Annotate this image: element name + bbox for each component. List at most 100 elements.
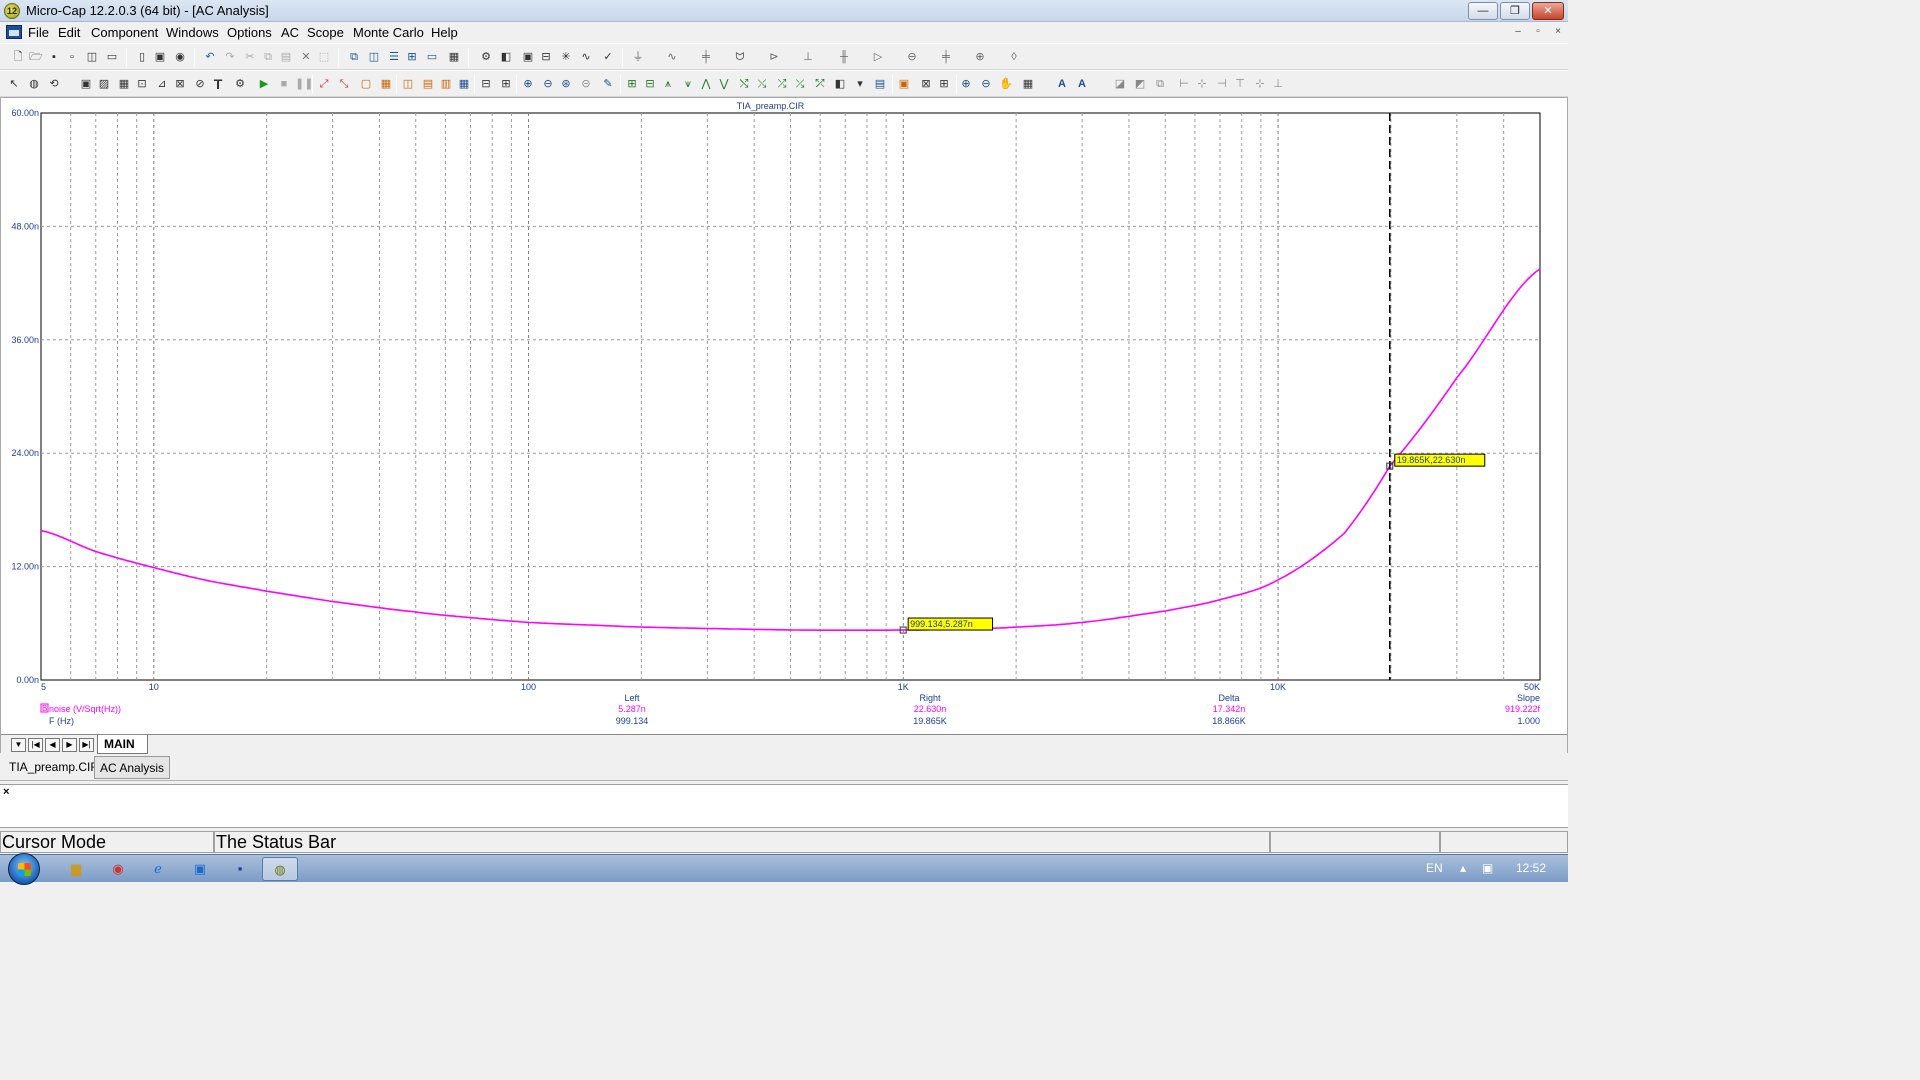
first-tab-button[interactable]: |◀ <box>28 738 43 752</box>
component-mode-icon[interactable]: ◍ <box>26 76 42 92</box>
transistor-icon[interactable]: ⊥ <box>800 49 816 65</box>
align-right-icon[interactable]: ⊣ <box>1214 76 1230 92</box>
redo-icon[interactable]: ↷ <box>222 49 238 65</box>
save-icon[interactable]: ▪ <box>46 49 62 65</box>
bring-front-icon[interactable]: ◪ <box>1112 76 1128 92</box>
cursor-global-low-icon[interactable]: ⤭ <box>736 76 752 92</box>
last-tab-button[interactable]: ▶| <box>79 738 94 752</box>
color-icon[interactable]: ▦ <box>1020 76 1036 92</box>
menu-edit[interactable]: Edit <box>58 25 80 40</box>
grid-icon[interactable]: ▦ <box>116 76 132 92</box>
zoom-out-icon[interactable]: ⊖ <box>540 76 556 92</box>
open-file-icon[interactable]: 🗁 <box>28 49 44 65</box>
waveform-icon[interactable]: ∿ <box>578 49 594 65</box>
next-tab-button[interactable]: ▶ <box>62 738 77 752</box>
point-tag-icon[interactable]: ⊘ <box>192 76 208 92</box>
model-icon[interactable]: ⊟ <box>538 49 554 65</box>
menu-component[interactable]: Component <box>91 25 158 40</box>
menu-scope[interactable]: Scope <box>307 25 344 40</box>
mdi-minimize-button[interactable]: – <box>1510 25 1526 40</box>
numeric-output-icon[interactable]: ▤ <box>872 76 888 92</box>
tile-vertical-icon[interactable]: ◫ <box>366 49 382 65</box>
output-pane[interactable]: × <box>0 784 1568 828</box>
page-view-4-icon[interactable]: ▦ <box>456 76 472 92</box>
align-left-icon[interactable]: ⊢ <box>1176 76 1192 92</box>
zoom-in-plot-icon[interactable]: ⊕ <box>958 76 974 92</box>
save-all-icon[interactable]: ▫ <box>64 49 80 65</box>
menu-options[interactable]: Options <box>227 25 272 40</box>
send-back-icon[interactable]: ◩ <box>1132 76 1148 92</box>
plot-properties-icon[interactable]: ▦ <box>378 76 394 92</box>
stop-icon[interactable]: ■ <box>276 76 292 92</box>
tab-ac-analysis[interactable]: AC Analysis <box>94 756 171 779</box>
align-center-icon[interactable]: ⊹ <box>1194 76 1210 92</box>
cursor-slope-icon[interactable]: ⤰ <box>792 76 808 92</box>
close-button[interactable]: ✕ <box>1532 2 1564 20</box>
align-top-icon[interactable]: ⊤ <box>1232 76 1248 92</box>
zoom-fit-icon[interactable]: ⊛ <box>558 76 574 92</box>
language-indicator[interactable]: EN <box>1426 861 1443 875</box>
new-window-icon[interactable]: ▯ <box>134 49 150 65</box>
cursor-valley-icon[interactable]: ⊟ <box>642 76 658 92</box>
menu-windows[interactable]: Windows <box>166 25 219 40</box>
tab-tia-preamp-circuit[interactable]: TIA_preamp.CIR <box>4 756 105 779</box>
page-view-2-icon[interactable]: ▤ <box>420 76 436 92</box>
prev-tab-button[interactable]: ◀ <box>45 738 60 752</box>
label-nodes-icon[interactable]: ⊞ <box>936 76 952 92</box>
inductor-icon[interactable]: ᗢ <box>732 49 748 65</box>
select-mode-icon[interactable]: ↖ <box>6 76 22 92</box>
zoom-out-plot-icon[interactable]: ⊖ <box>978 76 994 92</box>
font-size-icon[interactable]: A <box>1074 76 1090 92</box>
scale-icon[interactable]: ▨ <box>96 76 112 92</box>
paste-icon[interactable]: ▤ <box>278 49 294 65</box>
pause-icon[interactable]: ❚❚ <box>294 76 313 92</box>
shape-editor-icon[interactable]: ◧ <box>498 49 514 65</box>
limits-icon[interactable]: ▢ <box>358 76 374 92</box>
restore-button[interactable]: ❐ <box>1500 2 1530 20</box>
tile-horizontal-icon[interactable]: ☰ <box>386 49 402 65</box>
print-preview-icon[interactable]: ◫ <box>84 49 100 65</box>
fft-icon[interactable]: ✳ <box>558 49 574 65</box>
battery-icon[interactable]: ╪ <box>938 49 954 65</box>
voltage-source-icon[interactable]: ◊ <box>1006 49 1022 65</box>
cascade-icon[interactable]: ⧉ <box>346 49 362 65</box>
mdi-close-button[interactable]: × <box>1550 25 1566 40</box>
delete-icon[interactable]: ✕ <box>298 49 314 65</box>
cursor-bottom-icon[interactable]: ⤮ <box>774 76 790 92</box>
calculator-icon[interactable]: ▦ <box>446 49 462 65</box>
package-editor-icon[interactable]: ▣ <box>520 49 536 65</box>
step-icon[interactable]: ⤢ <box>316 76 332 92</box>
cursor-top-icon[interactable]: ⤯ <box>754 76 770 92</box>
close-output-icon[interactable]: × <box>3 786 9 798</box>
properties-icon[interactable]: ⚙ <box>232 76 248 92</box>
show-hidden-icons-icon[interactable]: ▴ <box>1460 861 1466 875</box>
menu-file[interactable]: File <box>28 25 49 40</box>
clock[interactable]: 12:52 <box>1516 861 1546 875</box>
font-icon[interactable]: A <box>1054 76 1070 92</box>
cursor-peak-icon[interactable]: ⊞ <box>624 76 640 92</box>
cursor-inflection-icon[interactable]: ⋀ <box>698 76 714 92</box>
maximize-window-icon[interactable]: ▭ <box>424 49 440 65</box>
zoom-reset-icon[interactable]: ⊝ <box>578 76 594 92</box>
page-view-3-icon[interactable]: ▥ <box>438 76 454 92</box>
performance-icon[interactable]: ◧ <box>832 76 848 92</box>
internet-explorer-icon[interactable]: ℯ <box>140 857 176 881</box>
current-source-icon[interactable]: ⊕ <box>972 49 988 65</box>
tab-menu-button[interactable]: ▼ <box>11 738 26 752</box>
align-middle-icon[interactable]: ⊹ <box>1252 76 1268 92</box>
capacitor-icon[interactable]: ╪ <box>698 49 714 65</box>
menu-help[interactable]: Help <box>431 25 458 40</box>
tag-icon[interactable]: ⊠ <box>172 76 188 92</box>
chrome-icon[interactable]: ◉ <box>100 857 136 881</box>
zoom-in-icon[interactable]: ⊕ <box>520 76 536 92</box>
wire-mode-icon[interactable]: ⟲ <box>46 76 62 92</box>
ac-analysis-plot-window[interactable]: 0.00n 12.00n 24.00n 36.00n 48.00n 60.00n 5 10 10… <box>0 97 1568 754</box>
tab-main[interactable]: MAIN <box>97 735 148 754</box>
plot-grid-icon[interactable]: ⊞ <box>498 76 514 92</box>
graphics-icon[interactable]: ▣ <box>78 76 94 92</box>
pan-icon[interactable]: ✋ <box>998 76 1014 92</box>
file-explorer-icon[interactable]: ▆ <box>58 857 94 881</box>
separate-plots-icon[interactable]: ⊟ <box>478 76 494 92</box>
cursor-value-icon[interactable]: ⤱ <box>812 76 828 92</box>
opamp-icon[interactable]: ▷ <box>870 49 886 65</box>
